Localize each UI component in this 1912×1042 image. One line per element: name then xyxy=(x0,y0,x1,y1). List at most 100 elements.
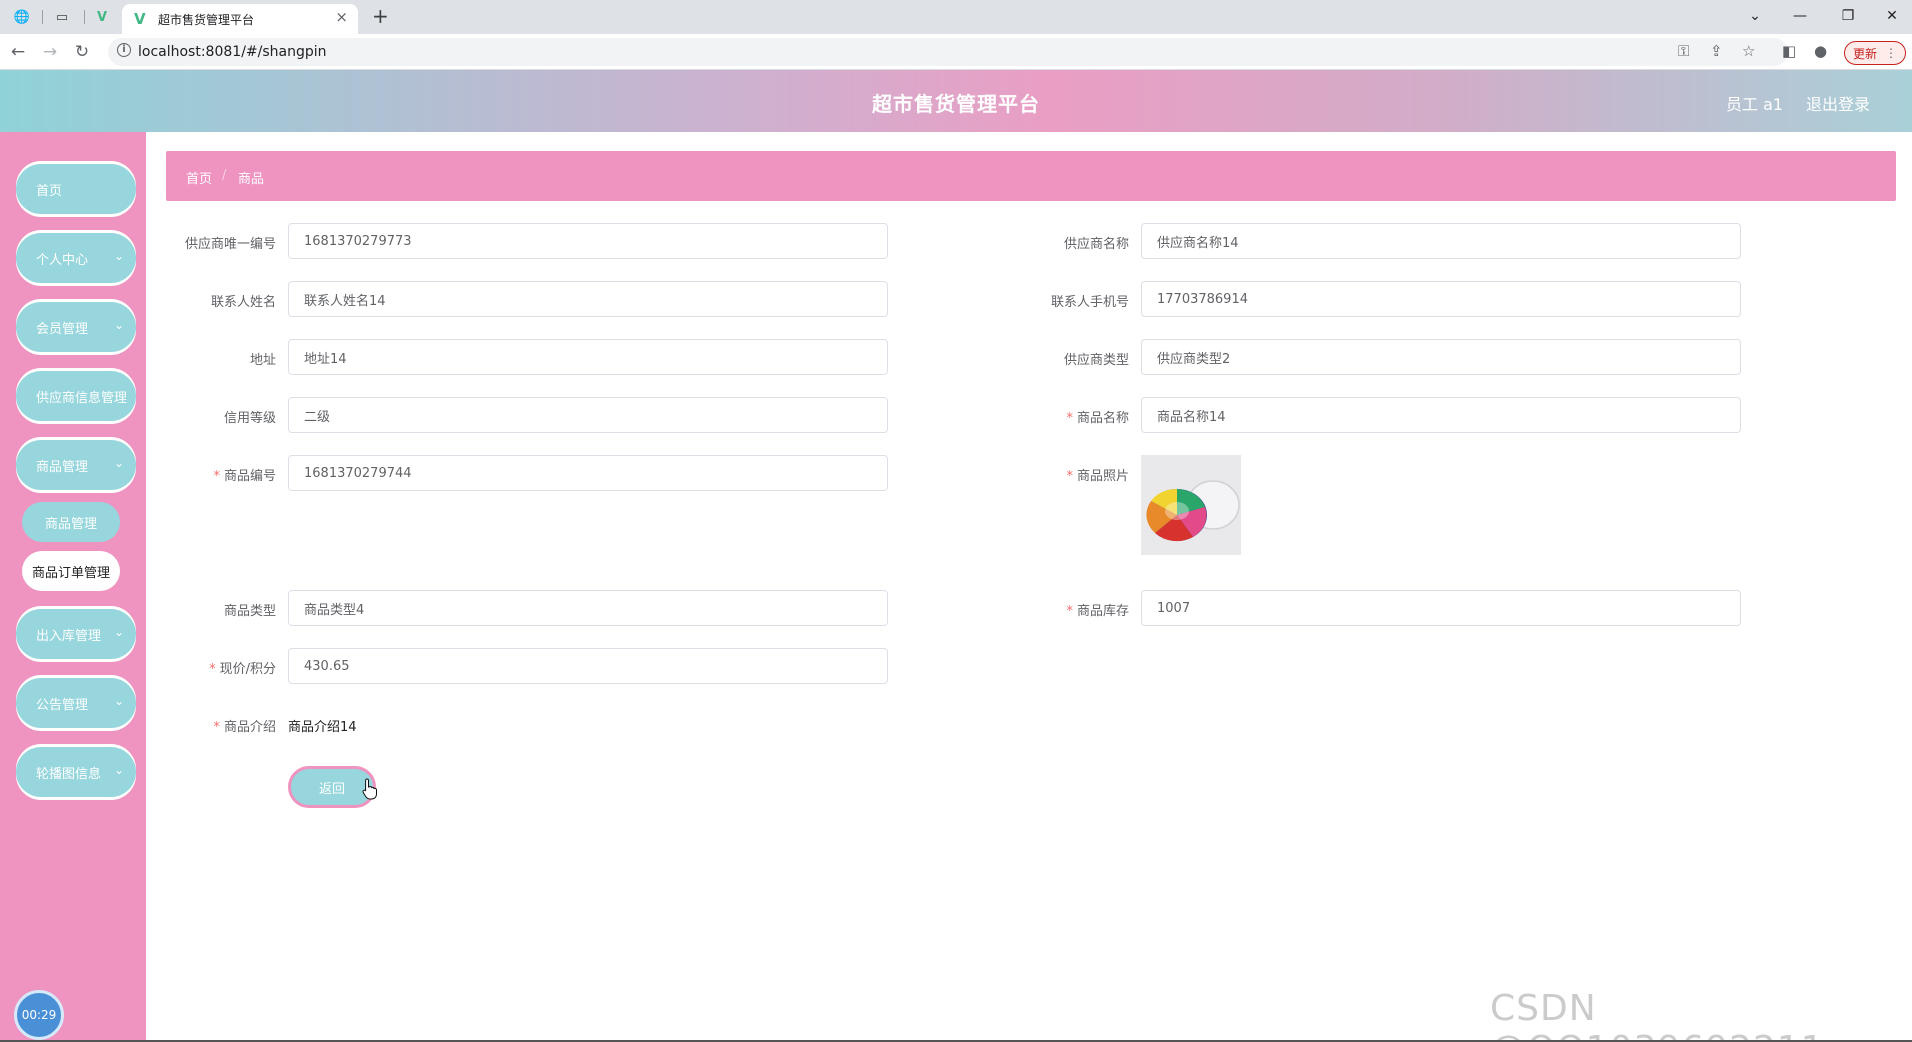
address-field[interactable]: 地址14 xyxy=(288,339,888,375)
contact-phone-field[interactable]: 17703786914 xyxy=(1141,281,1741,317)
sidebar: 首页 个人中心 ⌄ 会员管理 ⌄ 供应商信息管理 商品管理 ⌄ 商品管理 商品订… xyxy=(0,132,146,1042)
browser-toolbar: ← → ↻ i localhost:8081/#/shangpin ⚿ ⇪ ☆ … xyxy=(0,34,1912,70)
supplier-type-field[interactable]: 供应商类型2 xyxy=(1141,339,1741,375)
update-button[interactable]: 更新 ⋮ xyxy=(1844,41,1906,65)
vue-tab-icon[interactable]: V xyxy=(92,7,112,27)
stock-label-text: 商品库存 xyxy=(1076,604,1129,619)
product-photo-label: * 商品照片 xyxy=(929,465,1129,484)
intro-label-text: 商品介绍 xyxy=(223,720,276,735)
required-mark: * xyxy=(1066,411,1073,426)
current-user: 员工 a1 xyxy=(1726,95,1784,114)
contact-name-label: 联系人姓名 xyxy=(210,295,276,310)
price-label: * 现价/积分 xyxy=(76,658,276,677)
sidebar-subitem-label: 商品订单管理 xyxy=(31,565,110,581)
update-label: 更新 xyxy=(1852,46,1877,61)
close-tab-icon[interactable]: × xyxy=(335,8,348,26)
sidebar-item-label: 供应商信息管理 xyxy=(36,390,128,406)
hand-cursor-icon xyxy=(362,778,377,800)
breadcrumb-separator: / xyxy=(222,168,227,183)
vue-favicon-icon: V xyxy=(134,10,146,28)
contact-name-field[interactable]: 联系人姓名14 xyxy=(288,281,888,317)
sidebar-subitem-product-management[interactable]: 商品管理 xyxy=(22,502,120,542)
required-mark: * xyxy=(209,662,216,677)
breadcrumb: 首页 / 商品 xyxy=(166,151,1896,201)
supplier-name-field[interactable]: 供应商名称14 xyxy=(1141,223,1741,259)
breadcrumb-home[interactable]: 首页 xyxy=(186,168,212,187)
star-icon[interactable]: ☆ xyxy=(1742,42,1755,60)
breadcrumb-current: 商品 xyxy=(238,172,265,187)
required-mark: * xyxy=(1066,469,1073,484)
product-photo[interactable] xyxy=(1141,455,1241,555)
sidebar-item-label: 轮播图信息 xyxy=(36,766,102,782)
logout-link[interactable]: 退出登录 xyxy=(1806,91,1870,115)
browser-tabstrip: 🌐 ▭ V V 超市售货管理平台 × + ⌄ — ❐ ✕ xyxy=(0,0,1912,34)
watermark: CSDN @QQ1039692211 xyxy=(1490,988,1824,1042)
product-type-field[interactable]: 商品类型4 xyxy=(288,590,888,626)
product-photo-label-text: 商品照片 xyxy=(1076,469,1129,484)
supplier-type-label: 供应商类型 xyxy=(1063,353,1129,368)
sidebar-item-carousel[interactable]: 轮播图信息 ⌄ xyxy=(16,747,136,797)
reload-icon[interactable]: ↻ xyxy=(70,40,94,64)
tab-separator xyxy=(84,10,85,24)
address-label: 地址 xyxy=(249,353,276,368)
back-button-label: 返回 xyxy=(318,781,345,797)
chevron-down-icon[interactable]: ⌄ xyxy=(1735,3,1775,29)
site-info-icon[interactable]: i xyxy=(117,43,131,57)
minimize-icon[interactable]: — xyxy=(1780,3,1820,29)
chevron-down-icon: ⌄ xyxy=(113,694,124,708)
forward-arrow-icon[interactable]: → xyxy=(38,40,62,64)
chevron-down-icon: ⌄ xyxy=(113,625,124,639)
profile-icon[interactable]: ● xyxy=(1814,42,1827,60)
supplier-name-label: 供应商名称 xyxy=(1063,237,1129,252)
sidebar-item-label: 会员管理 xyxy=(36,321,89,337)
app-title: 超市售货管理平台 xyxy=(872,92,1040,116)
new-tab-icon[interactable]: + xyxy=(372,4,389,28)
product-code-field[interactable]: 1681370279744 xyxy=(288,455,888,491)
app-header: 超市售货管理平台 员工 a1 退出登录 xyxy=(0,70,1912,132)
price-label-text: 现价/积分 xyxy=(219,662,276,677)
stock-label: * 商品库存 xyxy=(929,600,1129,619)
stock-field[interactable]: 1007 xyxy=(1141,590,1741,626)
product-photo-image xyxy=(1141,455,1241,555)
price-field[interactable]: 430.65 xyxy=(288,648,888,684)
supplier-id-label: 供应商唯一编号 xyxy=(184,237,276,252)
blank-tab-icon[interactable]: ▭ xyxy=(52,7,72,27)
credit-level-label: 信用等级 xyxy=(223,411,276,426)
more-menu-icon[interactable]: ⋮ xyxy=(1885,46,1897,60)
tab-title: 超市售货管理平台 xyxy=(158,13,255,27)
back-arrow-icon[interactable]: ← xyxy=(6,40,30,64)
required-mark: * xyxy=(1066,604,1073,619)
contact-phone-label: 联系人手机号 xyxy=(1050,295,1129,310)
close-window-icon[interactable]: ✕ xyxy=(1872,3,1912,29)
sidebar-item-label: 首页 xyxy=(36,183,63,199)
sidebar-item-home[interactable]: 首页 xyxy=(16,164,136,214)
product-type-label: 商品类型 xyxy=(223,604,276,619)
tab-separator xyxy=(42,10,43,24)
sidebar-item-label: 出入库管理 xyxy=(36,628,102,644)
restore-icon[interactable]: ❐ xyxy=(1828,3,1868,29)
product-name-label: * 商品名称 xyxy=(929,407,1129,426)
required-mark: * xyxy=(213,720,220,735)
timer-badge[interactable]: 00:29 xyxy=(14,990,64,1040)
product-code-label-text: 商品编号 xyxy=(223,469,276,484)
product-name-label-text: 商品名称 xyxy=(1076,411,1129,426)
active-tab[interactable]: V 超市售货管理平台 × xyxy=(122,4,358,34)
side-panel-icon[interactable]: ◧ xyxy=(1782,42,1796,60)
required-mark: * xyxy=(213,469,220,484)
product-code-label: * 商品编号 xyxy=(76,465,276,484)
url-text[interactable]: localhost:8081/#/shangpin xyxy=(138,44,327,60)
sidebar-item-label: 公告管理 xyxy=(36,697,89,713)
credit-level-field[interactable]: 二级 xyxy=(288,397,888,433)
sidebar-subitem-label: 商品管理 xyxy=(44,516,97,532)
product-name-field[interactable]: 商品名称14 xyxy=(1141,397,1741,433)
intro-label: * 商品介绍 xyxy=(76,716,276,735)
supplier-id-field[interactable]: 1681370279773 xyxy=(288,223,888,259)
intro-value: 商品介绍14 xyxy=(288,720,357,735)
key-icon[interactable]: ⚿ xyxy=(1678,42,1689,60)
chevron-down-icon: ⌄ xyxy=(113,763,124,777)
share-icon[interactable]: ⇪ xyxy=(1710,42,1723,60)
chevron-down-icon: ⌄ xyxy=(113,318,124,332)
globe-icon[interactable]: 🌐 xyxy=(12,7,32,27)
address-bar[interactable]: i localhost:8081/#/shangpin ⚿ ⇪ ☆ xyxy=(108,38,1788,66)
sidebar-subitem-product-orders[interactable]: 商品订单管理 xyxy=(22,551,120,591)
